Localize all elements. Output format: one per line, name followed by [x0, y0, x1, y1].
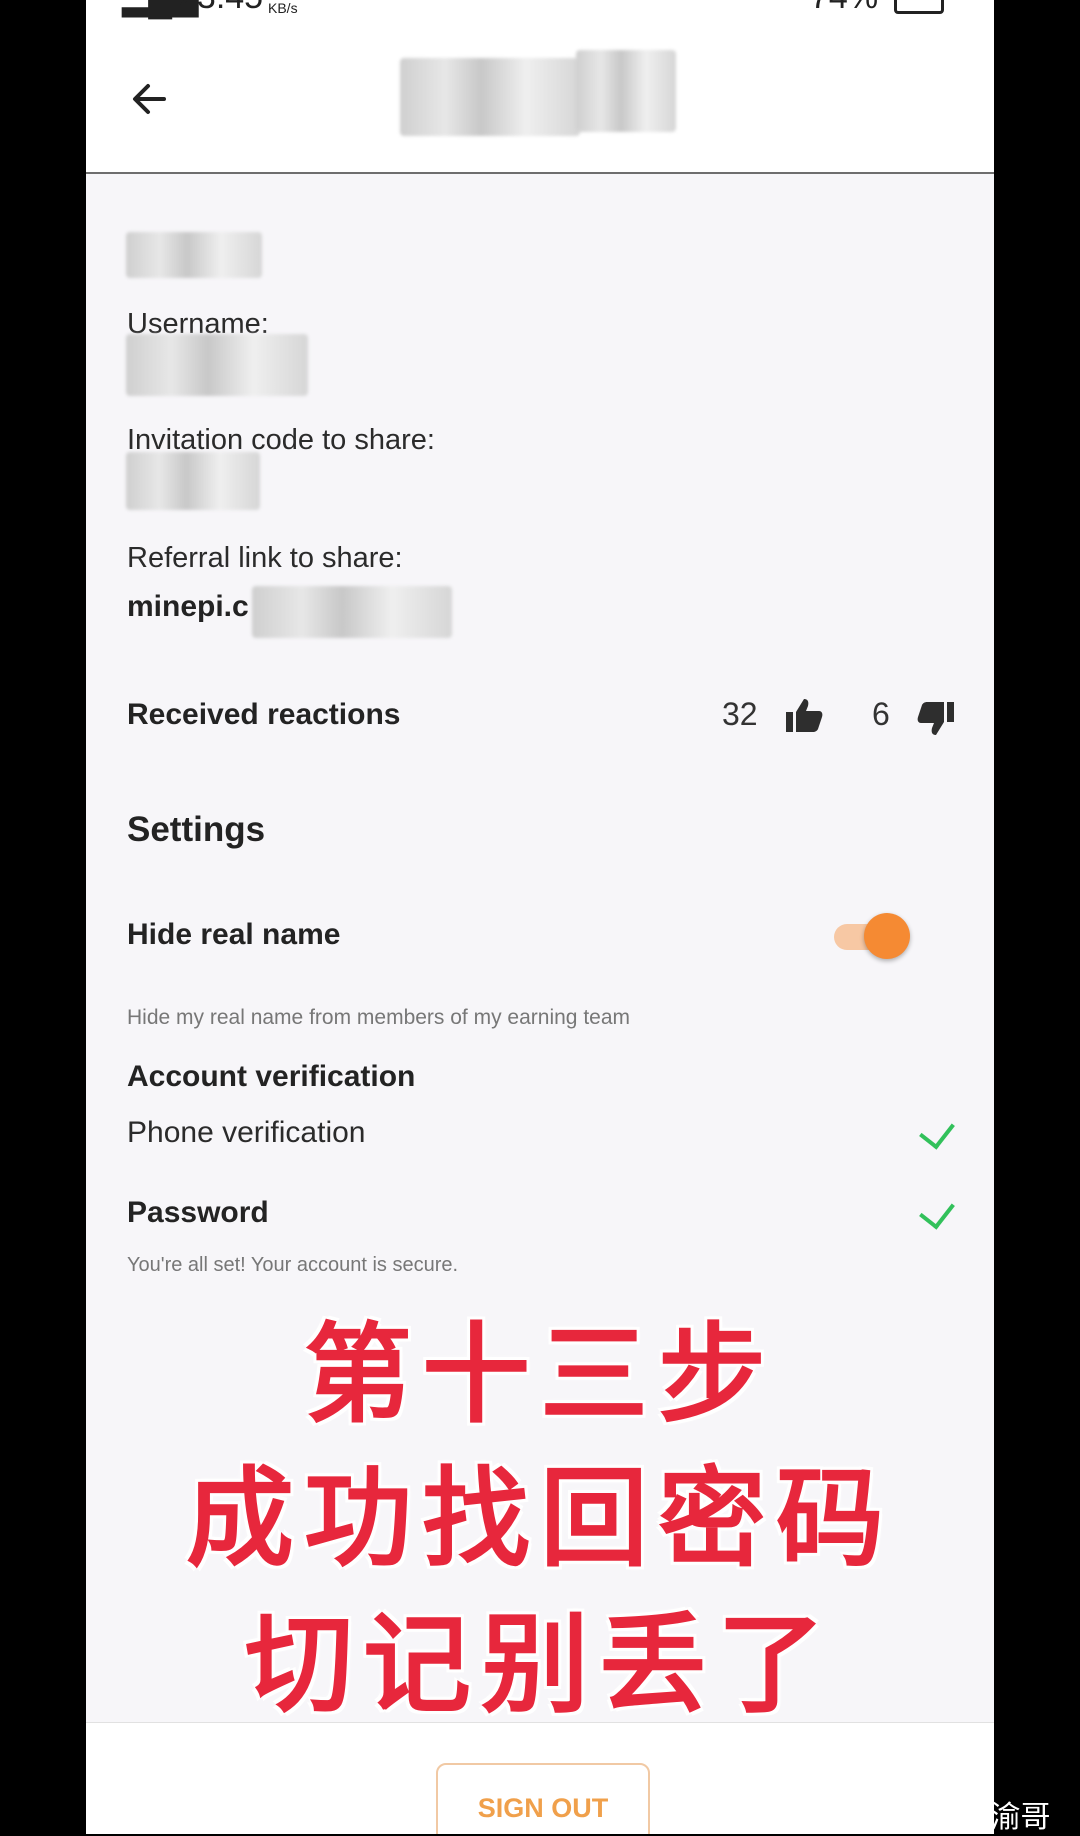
network-speed-unit: KB/s	[268, 0, 298, 16]
password-label: Password	[127, 1196, 269, 1229]
overlay-caption-line-1: 第十三步	[303, 1314, 776, 1435]
battery-icon	[894, 0, 944, 14]
thumbs-up-icon[interactable]	[784, 696, 824, 734]
thumbs-down-icon[interactable]	[916, 700, 956, 738]
back-button[interactable]	[124, 74, 174, 124]
page-title-redacted-part	[576, 50, 676, 132]
phone-screen: ▂▄▆ 23:45 KB/s 74% Username: Invitation …	[86, 0, 994, 1834]
sign-out-button[interactable]: SIGN OUT	[436, 1763, 650, 1834]
account-secure-message: You're all set! Your account is secure.	[127, 1254, 459, 1276]
display-name-redacted	[126, 232, 262, 278]
dislikes-count: 6	[872, 696, 890, 732]
hide-real-name-label: Hide real name	[127, 918, 341, 951]
referral-link-redacted	[252, 586, 452, 638]
toggle-thumb	[864, 913, 910, 959]
weibo-watermark: @昊渝哥	[930, 1801, 1051, 1834]
page-title-redacted	[400, 58, 580, 136]
invitation-code-redacted[interactable]	[126, 452, 260, 510]
back-arrow-icon	[133, 84, 166, 114]
referral-link-label: Referral link to share:	[127, 542, 403, 574]
phone-verified-check-icon	[919, 1112, 955, 1150]
account-verification-heading: Account verification	[127, 1060, 416, 1093]
bottom-bar: SIGN OUT	[86, 1722, 994, 1834]
overlay-caption-line-2: 成功找回密码	[185, 1458, 894, 1579]
battery-percent: 74%	[810, 0, 878, 17]
hide-real-name-description: Hide my real name from members of my ear…	[127, 1006, 631, 1029]
password-check-icon	[919, 1192, 955, 1230]
phone-verification-label: Phone verification	[127, 1116, 366, 1149]
hide-real-name-toggle[interactable]	[834, 913, 910, 959]
referral-link-value[interactable]: minepi.c	[127, 590, 249, 624]
username-value-redacted	[126, 334, 308, 396]
settings-heading: Settings	[127, 810, 266, 849]
overlay-caption-line-3: 切记别丢了	[244, 1604, 835, 1725]
status-time: 23:45	[178, 0, 263, 17]
app-header: ▂▄▆ 23:45 KB/s 74%	[86, 0, 994, 174]
received-reactions-label: Received reactions	[127, 698, 401, 731]
likes-count: 32	[722, 696, 758, 732]
